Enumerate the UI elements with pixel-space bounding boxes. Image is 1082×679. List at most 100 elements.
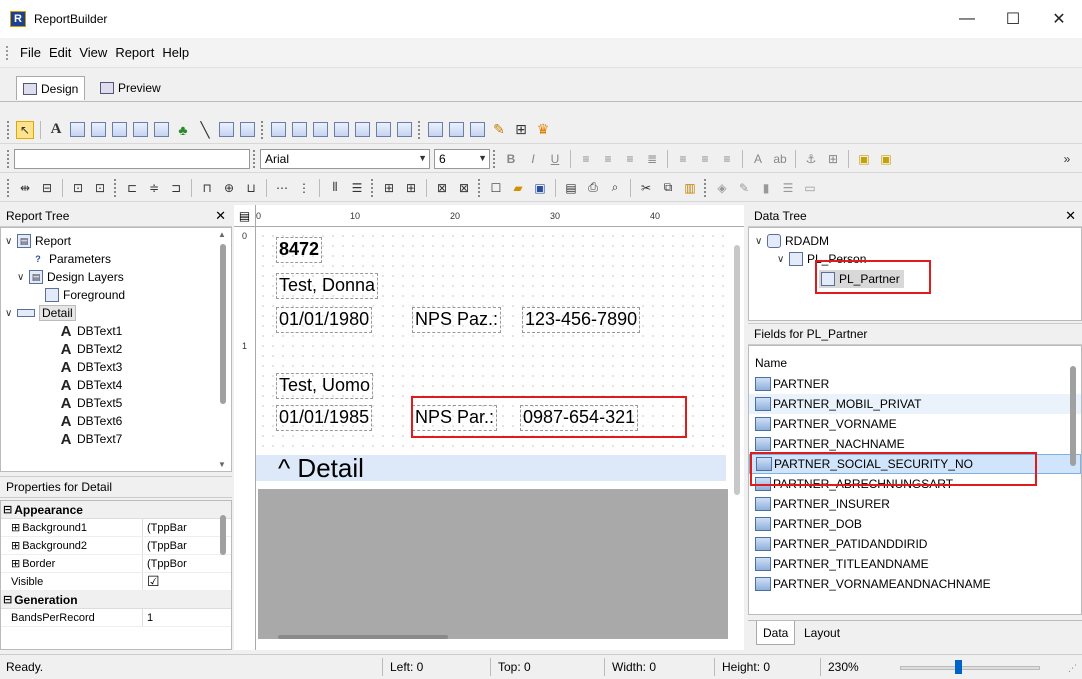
align-lefts-icon[interactable]: ⊏	[123, 179, 141, 197]
list-item[interactable]: PARTNER_NACHNAME	[749, 434, 1081, 454]
data-tree-item-pl-person[interactable]: ∨ PL_Person	[777, 250, 866, 268]
data-tree-item-rdadm[interactable]: ∨ RDADM	[755, 232, 829, 250]
dbtext-field[interactable]: 123-456-7890	[522, 307, 641, 333]
nudge-icon[interactable]: ⇹	[16, 179, 34, 197]
prop-row-visible[interactable]: Visible ☑	[1, 573, 231, 591]
grow-icon[interactable]: ⊠	[433, 179, 451, 197]
anchor-icon[interactable]: ⚓	[802, 150, 820, 168]
space-horizontal-icon[interactable]: ⋯	[273, 179, 291, 197]
chevron-down-icon[interactable]: ∨	[777, 254, 789, 265]
table-tool-icon[interactable]	[449, 122, 464, 137]
collapse-icon[interactable]: ⊟	[3, 503, 12, 516]
menu-view[interactable]: View	[75, 45, 111, 60]
crosstab-tool-icon[interactable]	[428, 122, 443, 137]
prop-row-background2[interactable]: ⊞ Background2 (TppBar	[1, 537, 231, 555]
line-style-icon[interactable]: ☰	[779, 179, 797, 197]
space-vertical-icon[interactable]: ⋮	[295, 179, 313, 197]
font-color-icon[interactable]: A	[749, 150, 767, 168]
dbtext-field[interactable]: 01/01/1980	[276, 307, 373, 333]
chevron-down-icon[interactable]: ∨	[755, 236, 767, 247]
prop-row-bandsperrecord[interactable]: BandsPerRecord 1	[1, 609, 231, 627]
same-width-icon[interactable]: ⫴	[326, 179, 344, 197]
list-item[interactable]: PARTNER_DOB	[749, 514, 1081, 534]
resize-grip-icon[interactable]: ⋰	[1068, 663, 1077, 674]
fields-column-header[interactable]: Name	[749, 346, 1081, 374]
menu-edit[interactable]: Edit	[45, 45, 75, 60]
chart-tool-icon[interactable]	[154, 122, 169, 137]
chevron-down-icon[interactable]: ∨	[17, 272, 29, 283]
italic-icon[interactable]: I	[524, 150, 542, 168]
shape-tool-icon[interactable]: ♣	[174, 121, 192, 139]
align-rights-icon[interactable]: ⊐	[167, 179, 185, 197]
component-name-field[interactable]	[14, 148, 250, 169]
gradient-icon[interactable]: ▮	[757, 179, 775, 197]
list-item[interactable]: PARTNER_VORNAMEANDNACHNAME	[749, 574, 1081, 594]
save-icon[interactable]: ▣	[531, 179, 549, 197]
dbtext-field[interactable]: NPS Paz.:	[412, 307, 502, 333]
list-item[interactable]: PARTNER_VORNAME	[749, 414, 1081, 434]
dbrichtext-tool-icon[interactable]	[313, 122, 328, 137]
report-tree-scrollbar[interactable]: ▲ ▼	[217, 230, 229, 469]
line-thickness-icon[interactable]: ▭	[801, 179, 819, 197]
paint-tool-icon[interactable]: ♛	[534, 121, 552, 139]
page-setup-icon[interactable]: ▤	[562, 179, 580, 197]
dbtext-field[interactable]: 01/01/1985	[276, 405, 373, 431]
align-right-icon[interactable]: ≡	[621, 150, 639, 168]
grid-tool-icon[interactable]: ⊞	[512, 121, 530, 139]
expand-icon[interactable]: ⊞	[11, 557, 20, 570]
send-back-icon[interactable]: ▣	[877, 150, 895, 168]
region-tool-icon[interactable]	[219, 122, 234, 137]
tab-layout[interactable]: Layout	[798, 621, 846, 645]
tree-item-dbtext5[interactable]: A DBText5	[59, 394, 123, 412]
zoom-slider-thumb[interactable]	[955, 660, 962, 674]
dbcalc-tool-icon[interactable]	[334, 122, 349, 137]
line-tool-icon[interactable]: ╲	[196, 121, 214, 139]
fill-color-icon[interactable]: ◈	[713, 179, 731, 197]
tree-item-design-layers[interactable]: ∨ ▤ Design Layers	[17, 268, 124, 286]
chevron-down-icon[interactable]: ∨	[5, 236, 17, 247]
data-tree-item-pl-partner[interactable]: PL_Partner	[819, 270, 904, 288]
list-item[interactable]: PARTNER_INSURER	[749, 494, 1081, 514]
detail-band[interactable]: 8472 Test, Donna 01/01/1980 NPS Paz.: 12…	[258, 231, 726, 451]
dbchart-tool-icon[interactable]	[397, 122, 412, 137]
align-justify-icon[interactable]: ≣	[643, 150, 661, 168]
pen-tool-icon[interactable]: ✎	[490, 121, 508, 139]
align-bottom-icon[interactable]: ≡	[718, 150, 736, 168]
dbtext-field[interactable]: 8472	[276, 237, 323, 263]
tree-item-detail[interactable]: ∨ Detail	[5, 304, 76, 322]
ruler-corner-icon[interactable]: ▤	[234, 205, 256, 227]
cut-icon[interactable]: ✂	[637, 179, 655, 197]
align-center-icon[interactable]: ≡	[599, 150, 617, 168]
dbtext-tool-icon[interactable]	[271, 122, 286, 137]
line-color-icon[interactable]: ✎	[735, 179, 753, 197]
align-bottoms-icon[interactable]: ⊔	[242, 179, 260, 197]
dbtext-field[interactable]: NPS Par.:	[412, 405, 498, 431]
tree-item-dbtext4[interactable]: A DBText4	[59, 376, 123, 394]
prop-value[interactable]: (TppBor	[143, 555, 187, 572]
scroll-thumb[interactable]	[1070, 366, 1076, 466]
align-centers-icon[interactable]: ≑	[145, 179, 163, 197]
close-button[interactable]: ✕	[1036, 0, 1082, 38]
memo-tool-icon[interactable]	[70, 122, 85, 137]
report-canvas[interactable]: 8472 Test, Donna 01/01/1980 NPS Paz.: 12…	[256, 227, 744, 650]
list-item[interactable]: PARTNER_ABRECHNUNGSART	[749, 474, 1081, 494]
calc-tool-icon[interactable]	[112, 122, 127, 137]
fit-width-icon[interactable]: ⊡	[69, 179, 87, 197]
dbtext-field[interactable]: Test, Uomo	[276, 373, 374, 399]
expand-icon[interactable]: ⊞	[11, 521, 20, 534]
print-preview-icon[interactable]: ⌕	[606, 179, 624, 197]
tree-item-dbtext1[interactable]: A DBText1	[59, 322, 123, 340]
maximize-button[interactable]: ☐	[990, 0, 1036, 38]
highlight-color-icon[interactable]: ab	[771, 150, 789, 168]
detail-band-label[interactable]: ^ Detail	[256, 453, 726, 483]
bold-icon[interactable]: B	[502, 150, 520, 168]
zoom-slider[interactable]	[900, 666, 1040, 670]
scroll-up-icon[interactable]: ▲	[218, 230, 226, 239]
tree-item-dbtext7[interactable]: A DBText7	[59, 430, 123, 448]
list-item[interactable]: PARTNER_TITLEANDNAME	[749, 554, 1081, 574]
prop-category-appearance[interactable]: ⊟ Appearance	[1, 501, 231, 519]
scroll-thumb[interactable]	[220, 244, 226, 404]
prop-value[interactable]: (TppBar	[143, 519, 187, 536]
center-vertical-icon[interactable]: ⊞	[402, 179, 420, 197]
tree-item-dbtext2[interactable]: A DBText2	[59, 340, 123, 358]
